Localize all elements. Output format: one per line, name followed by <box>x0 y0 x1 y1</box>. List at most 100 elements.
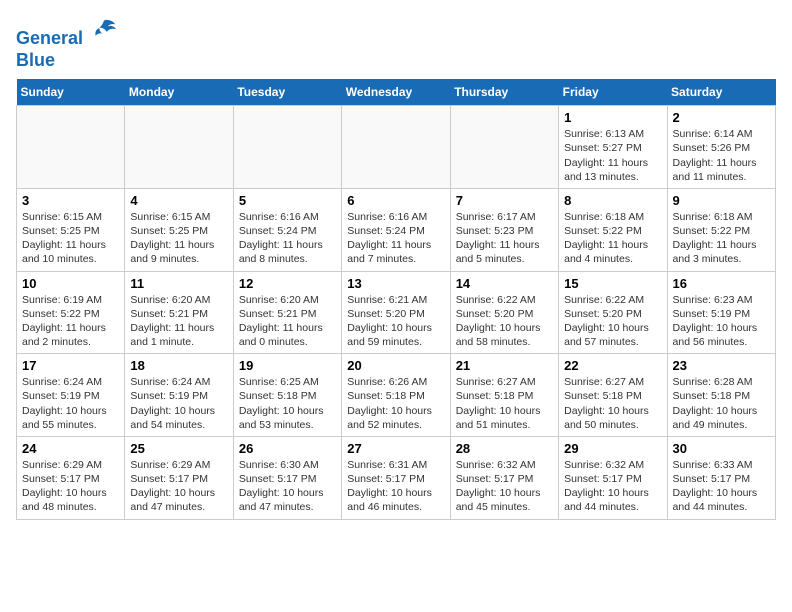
calendar-cell: 16Sunrise: 6:23 AM Sunset: 5:19 PM Dayli… <box>667 271 775 354</box>
day-number: 27 <box>347 441 444 456</box>
week-row-1: 1Sunrise: 6:13 AM Sunset: 5:27 PM Daylig… <box>17 106 776 189</box>
day-header-tuesday: Tuesday <box>233 79 341 106</box>
day-info: Sunrise: 6:14 AM Sunset: 5:26 PM Dayligh… <box>673 127 770 184</box>
day-info: Sunrise: 6:18 AM Sunset: 5:22 PM Dayligh… <box>673 210 770 267</box>
calendar-cell: 22 Sunrise: 6:27 AM Sunset: 5:18 PM Dayli… <box>559 354 667 437</box>
week-row-2: 3 Sunrise: 6:15 AM Sunset: 5:25 PM Daylig… <box>17 188 776 271</box>
calendar-cell <box>17 106 125 189</box>
week-row-4: 17Sunrise: 6:24 AM Sunset: 5:19 PM Dayli… <box>17 354 776 437</box>
day-info: Sunrise: 6:16 AM Sunset: 5:24 PM Dayligh… <box>347 210 444 267</box>
day-number: 23 <box>673 358 770 373</box>
day-header-thursday: Thursday <box>450 79 558 106</box>
day-number: 26 <box>239 441 336 456</box>
day-number: 7 <box>456 193 553 208</box>
day-number: 10 <box>22 276 119 291</box>
logo: General Blue <box>16 16 118 71</box>
calendar-cell: 12Sunrise: 6:20 AM Sunset: 5:21 PM Dayli… <box>233 271 341 354</box>
calendar-cell: 7 Sunrise: 6:17 AM Sunset: 5:23 PM Daylig… <box>450 188 558 271</box>
day-info: Sunrise: 6:21 AM Sunset: 5:20 PM Dayligh… <box>347 293 444 350</box>
day-info: Sunrise: 6:27 AM Sunset: 5:18 PM Dayligh… <box>564 375 661 432</box>
calendar-cell: 26 Sunrise: 6:30 AM Sunset: 5:17 PM Dayli… <box>233 436 341 519</box>
day-info: Sunrise: 6:24 AM Sunset: 5:19 PM Dayligh… <box>130 375 227 432</box>
day-info: Sunrise: 6:19 AM Sunset: 5:22 PM Dayligh… <box>22 293 119 350</box>
day-number: 24 <box>22 441 119 456</box>
calendar-cell: 10 Sunrise: 6:19 AM Sunset: 5:22 PM Dayli… <box>17 271 125 354</box>
day-number: 6 <box>347 193 444 208</box>
day-number: 30 <box>673 441 770 456</box>
day-number: 18 <box>130 358 227 373</box>
calendar-cell: 11Sunrise: 6:20 AM Sunset: 5:21 PM Dayli… <box>125 271 233 354</box>
day-info: Sunrise: 6:22 AM Sunset: 5:20 PM Dayligh… <box>456 293 553 350</box>
calendar-cell: 27 Sunrise: 6:31 AM Sunset: 5:17 PM Dayli… <box>342 436 450 519</box>
week-row-3: 10 Sunrise: 6:19 AM Sunset: 5:22 PM Dayli… <box>17 271 776 354</box>
day-number: 3 <box>22 193 119 208</box>
logo-bird-icon <box>90 16 118 44</box>
page-header: General Blue <box>16 16 776 71</box>
day-number: 20 <box>347 358 444 373</box>
calendar-cell: 5Sunrise: 6:16 AM Sunset: 5:24 PM Daylig… <box>233 188 341 271</box>
day-number: 25 <box>130 441 227 456</box>
day-header-friday: Friday <box>559 79 667 106</box>
calendar-cell: 3Sunrise: 6:15 AM Sunset: 5:25 PM Daylig… <box>17 188 125 271</box>
day-header-monday: Monday <box>125 79 233 106</box>
day-number: 9 <box>673 193 770 208</box>
calendar-cell: 29 Sunrise: 6:32 AM Sunset: 5:17 PM Dayli… <box>559 436 667 519</box>
logo-text: General <box>16 16 118 50</box>
calendar-table: SundayMondayTuesdayWednesdayThursdayFrid… <box>16 79 776 519</box>
day-info: Sunrise: 6:23 AM Sunset: 5:19 PM Dayligh… <box>673 293 770 350</box>
day-number: 2 <box>673 110 770 125</box>
calendar-cell <box>233 106 341 189</box>
calendar-cell: 14 Sunrise: 6:22 AM Sunset: 5:20 PM Dayli… <box>450 271 558 354</box>
logo-general: General <box>16 28 83 48</box>
calendar-cell: 8 Sunrise: 6:18 AM Sunset: 5:22 PM Daylig… <box>559 188 667 271</box>
day-number: 21 <box>456 358 553 373</box>
calendar-cell: 9 Sunrise: 6:18 AM Sunset: 5:22 PM Daylig… <box>667 188 775 271</box>
day-info: Sunrise: 6:30 AM Sunset: 5:17 PM Dayligh… <box>239 458 336 515</box>
day-info: Sunrise: 6:32 AM Sunset: 5:17 PM Dayligh… <box>564 458 661 515</box>
day-number: 14 <box>456 276 553 291</box>
day-info: Sunrise: 6:24 AM Sunset: 5:19 PM Dayligh… <box>22 375 119 432</box>
day-info: Sunrise: 6:20 AM Sunset: 5:21 PM Dayligh… <box>130 293 227 350</box>
day-number: 5 <box>239 193 336 208</box>
calendar-cell: 19 Sunrise: 6:25 AM Sunset: 5:18 PM Dayli… <box>233 354 341 437</box>
day-info: Sunrise: 6:31 AM Sunset: 5:17 PM Dayligh… <box>347 458 444 515</box>
calendar-cell <box>342 106 450 189</box>
day-info: Sunrise: 6:26 AM Sunset: 5:18 PM Dayligh… <box>347 375 444 432</box>
day-info: Sunrise: 6:25 AM Sunset: 5:18 PM Dayligh… <box>239 375 336 432</box>
calendar-cell: 25 Sunrise: 6:29 AM Sunset: 5:17 PM Dayli… <box>125 436 233 519</box>
day-info: Sunrise: 6:29 AM Sunset: 5:17 PM Dayligh… <box>22 458 119 515</box>
day-info: Sunrise: 6:32 AM Sunset: 5:17 PM Dayligh… <box>456 458 553 515</box>
calendar-cell: 24 Sunrise: 6:29 AM Sunset: 5:17 PM Dayli… <box>17 436 125 519</box>
calendar-cell: 4Sunrise: 6:15 AM Sunset: 5:25 PM Daylig… <box>125 188 233 271</box>
calendar-cell: 13 Sunrise: 6:21 AM Sunset: 5:20 PM Dayli… <box>342 271 450 354</box>
calendar-cell: 28 Sunrise: 6:32 AM Sunset: 5:17 PM Dayli… <box>450 436 558 519</box>
calendar-cell: 2 Sunrise: 6:14 AM Sunset: 5:26 PM Daylig… <box>667 106 775 189</box>
day-number: 12 <box>239 276 336 291</box>
logo-blue: Blue <box>16 50 118 72</box>
calendar-cell: 15Sunrise: 6:22 AM Sunset: 5:20 PM Dayli… <box>559 271 667 354</box>
day-number: 22 <box>564 358 661 373</box>
day-info: Sunrise: 6:28 AM Sunset: 5:18 PM Dayligh… <box>673 375 770 432</box>
day-info: Sunrise: 6:13 AM Sunset: 5:27 PM Dayligh… <box>564 127 661 184</box>
calendar-header-row: SundayMondayTuesdayWednesdayThursdayFrid… <box>17 79 776 106</box>
day-info: Sunrise: 6:17 AM Sunset: 5:23 PM Dayligh… <box>456 210 553 267</box>
calendar-cell: 23 Sunrise: 6:28 AM Sunset: 5:18 PM Dayli… <box>667 354 775 437</box>
day-info: Sunrise: 6:27 AM Sunset: 5:18 PM Dayligh… <box>456 375 553 432</box>
calendar-cell: 21 Sunrise: 6:27 AM Sunset: 5:18 PM Dayli… <box>450 354 558 437</box>
day-number: 29 <box>564 441 661 456</box>
day-info: Sunrise: 6:29 AM Sunset: 5:17 PM Dayligh… <box>130 458 227 515</box>
calendar-cell: 18 Sunrise: 6:24 AM Sunset: 5:19 PM Dayli… <box>125 354 233 437</box>
day-info: Sunrise: 6:15 AM Sunset: 5:25 PM Dayligh… <box>130 210 227 267</box>
week-row-5: 24 Sunrise: 6:29 AM Sunset: 5:17 PM Dayli… <box>17 436 776 519</box>
day-number: 28 <box>456 441 553 456</box>
day-number: 13 <box>347 276 444 291</box>
calendar-cell <box>125 106 233 189</box>
day-number: 19 <box>239 358 336 373</box>
day-info: Sunrise: 6:18 AM Sunset: 5:22 PM Dayligh… <box>564 210 661 267</box>
calendar-cell <box>450 106 558 189</box>
calendar-cell: 30Sunrise: 6:33 AM Sunset: 5:17 PM Dayli… <box>667 436 775 519</box>
calendar-cell: 6 Sunrise: 6:16 AM Sunset: 5:24 PM Daylig… <box>342 188 450 271</box>
day-header-sunday: Sunday <box>17 79 125 106</box>
day-number: 8 <box>564 193 661 208</box>
calendar-cell: 17Sunrise: 6:24 AM Sunset: 5:19 PM Dayli… <box>17 354 125 437</box>
